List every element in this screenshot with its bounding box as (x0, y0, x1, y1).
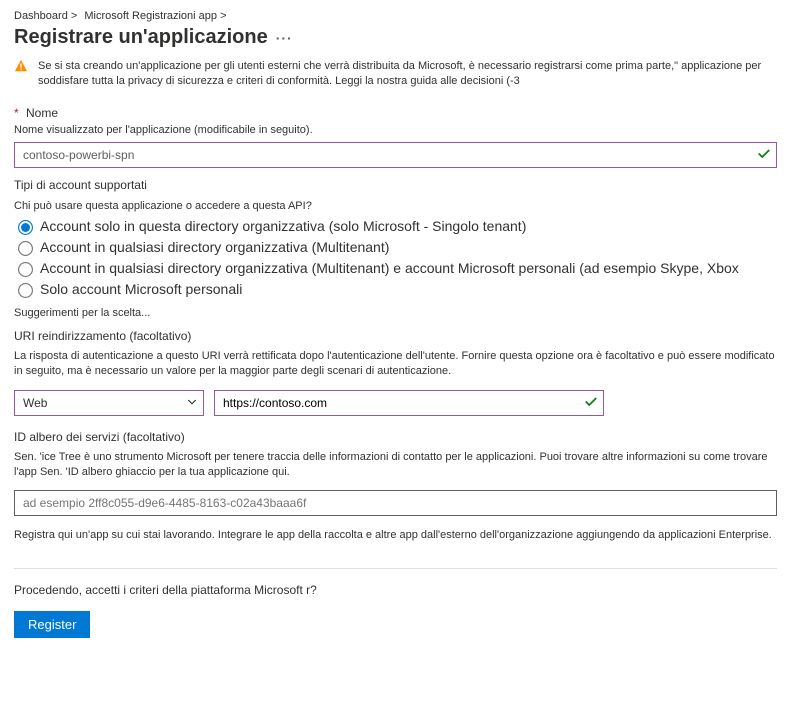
account-types-heading: Tipi di account supportati (14, 178, 777, 192)
divider (14, 568, 777, 569)
service-tree-id-input[interactable] (14, 490, 777, 516)
account-types-question: Chi può usare questa applicazione o acce… (14, 200, 777, 212)
account-type-multitenant-radio[interactable] (18, 241, 33, 256)
name-input[interactable] (14, 142, 777, 168)
valid-check-icon (757, 146, 771, 163)
redirect-uri-heading: URI reindirizzamento (facoltativo) (14, 329, 777, 343)
chevron-down-icon (186, 395, 198, 410)
account-type-personal-only-radio[interactable] (18, 283, 33, 298)
account-type-single-tenant-radio[interactable] (18, 220, 33, 235)
service-tree-heading: ID albero dei servizi (facoltativo) (14, 430, 777, 444)
service-tree-description: Sen. 'ice Tree è uno strumento Microsoft… (14, 450, 777, 481)
redirect-uri-input[interactable] (214, 390, 604, 416)
account-type-personal-only-label[interactable]: Solo account Microsoft personali (40, 281, 242, 297)
account-type-single-tenant-label[interactable]: Account solo in questa directory organiz… (40, 218, 526, 234)
warning-icon (14, 59, 32, 90)
account-type-multitenant-personal-label[interactable]: Account in qualsiasi directory organizza… (40, 260, 739, 276)
required-indicator: * (14, 106, 19, 120)
account-type-multitenant-label[interactable]: Account in qualsiasi directory organizza… (40, 239, 389, 255)
breadcrumb: Dashboard > Microsoft Registrazioni app … (14, 10, 777, 22)
more-actions-button[interactable]: ··· (276, 30, 293, 46)
register-button[interactable]: Register (14, 611, 90, 638)
page-title-text: Registrare un'applicazione (14, 26, 268, 49)
name-label-text: Nome (26, 106, 58, 120)
redirect-uri-description: La risposta di autenticazione a questo U… (14, 349, 777, 380)
warning-text: Se si sta creando un'applicazione per gl… (38, 59, 777, 90)
name-helper-text: Nome visualizzato per l'applicazione (mo… (14, 124, 777, 136)
valid-check-icon (584, 394, 598, 411)
first-party-warning-banner: Se si sta creando un'applicazione per gl… (14, 59, 777, 98)
name-label: * Nome (14, 106, 777, 120)
account-type-multitenant-personal-radio[interactable] (18, 262, 33, 277)
breadcrumb-dashboard[interactable]: Dashboard > (14, 10, 77, 22)
platform-policies-consent: Procedendo, accetti i criteri della piat… (14, 583, 777, 597)
enterprise-apps-note: Registra qui un'app su cui stai lavorand… (14, 528, 777, 543)
platform-select-value: Web (23, 396, 47, 410)
account-types-radio-group: Account solo in questa directory organiz… (14, 218, 777, 297)
breadcrumb-app-registrations[interactable]: Microsoft Registrazioni app > (84, 10, 226, 22)
page-title: Registrare un'applicazione ··· (14, 26, 777, 49)
platform-select[interactable]: Web (14, 390, 204, 416)
help-me-choose-link[interactable]: Suggerimenti per la scelta... (14, 307, 777, 319)
